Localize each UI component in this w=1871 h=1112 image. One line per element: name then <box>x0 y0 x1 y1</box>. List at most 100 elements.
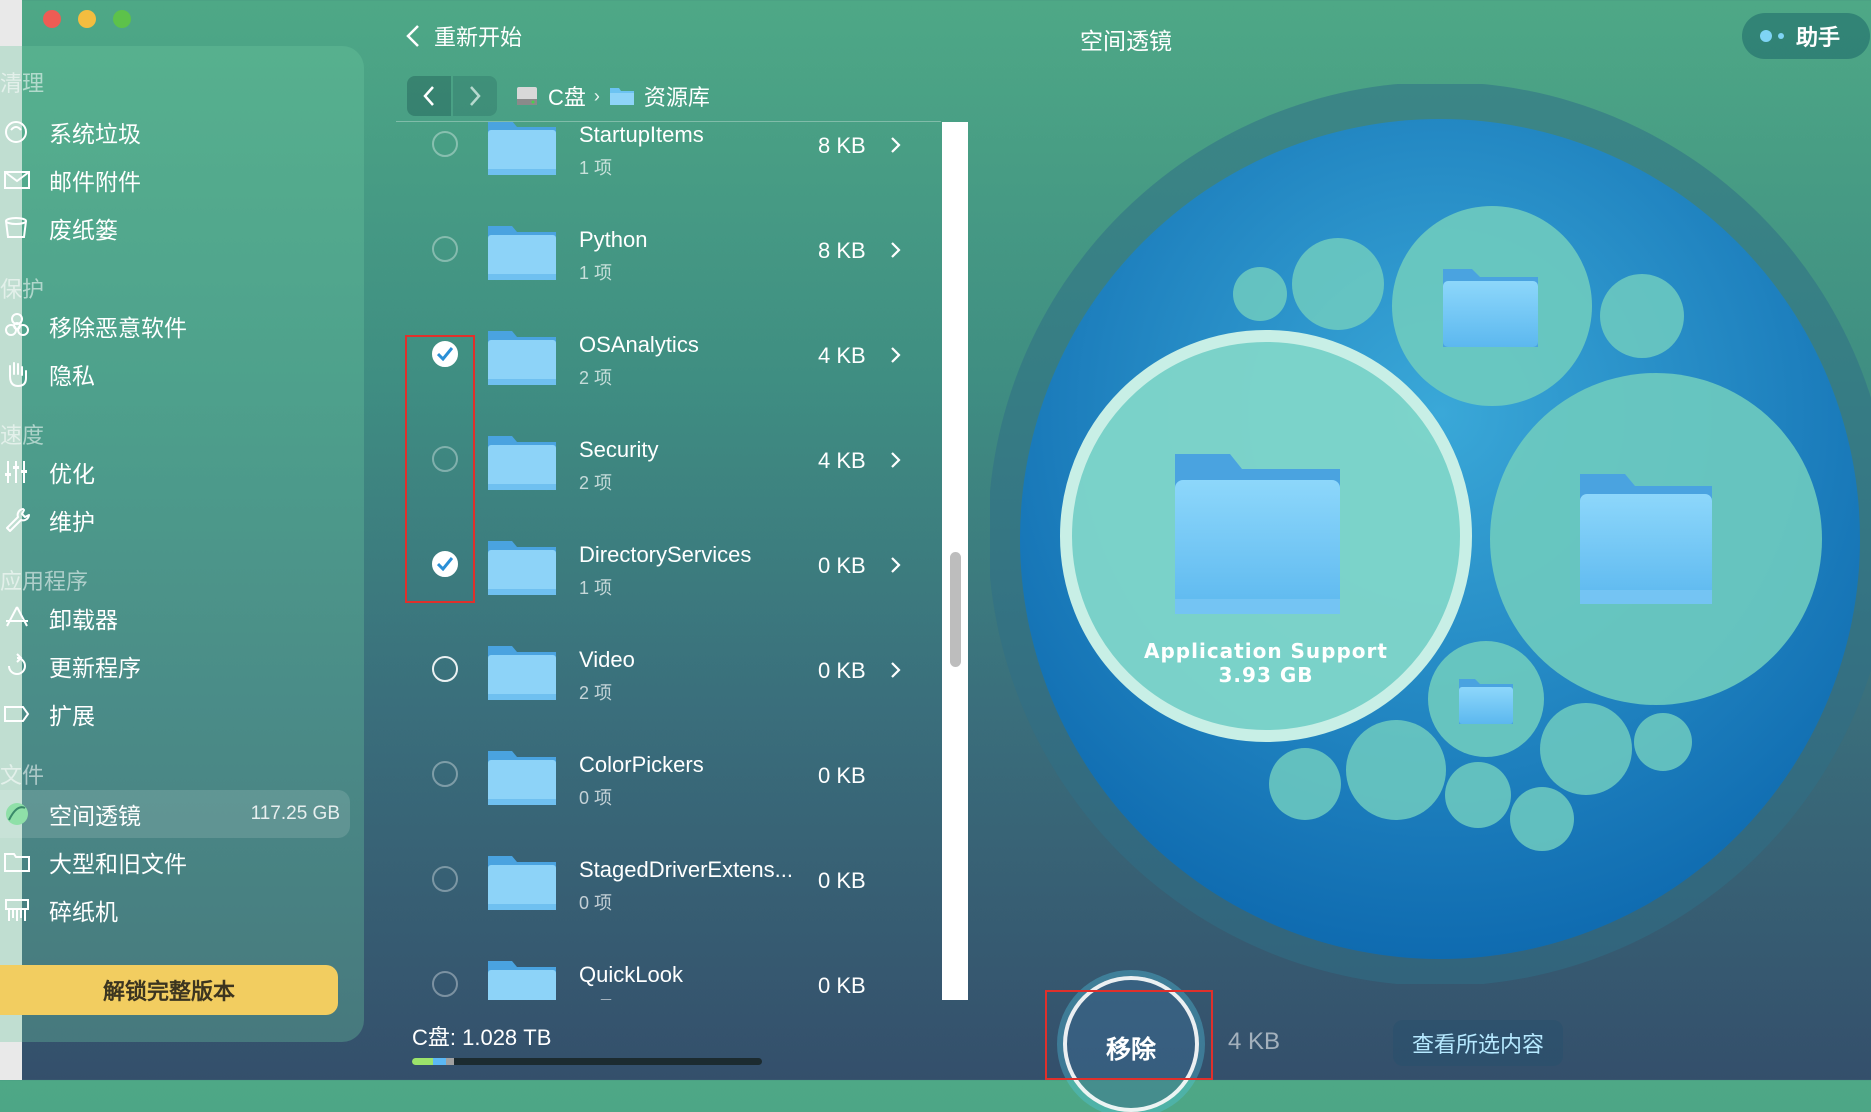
chevron-right-icon[interactable] <box>888 135 902 155</box>
bubble-small-6[interactable] <box>1346 720 1446 820</box>
space-lens-bubble-map: Application Support 3.93 GB <box>990 84 1871 984</box>
sidebar-item-system-junk[interactable]: 系统垃圾 <box>0 108 350 156</box>
nav-back-button[interactable] <box>407 76 451 116</box>
file-name: Python <box>579 227 648 252</box>
history-nav <box>407 76 497 116</box>
nav-forward-button[interactable] <box>453 76 497 116</box>
file-row[interactable]: DirectoryServices 1 项 0 KB <box>396 512 941 617</box>
file-size: 0 KB <box>818 553 866 578</box>
select-checkbox[interactable] <box>432 971 458 997</box>
sidebar-item-label: 更新程序 <box>49 655 141 681</box>
chevron-right-icon[interactable] <box>888 450 902 470</box>
mail-icon <box>0 163 34 197</box>
sidebar-item-label: 空间透镜 <box>49 803 141 829</box>
file-size: 0 KB <box>818 868 866 893</box>
sidebar-item-space-lens[interactable]: 空间透镜 117.25 GB <box>0 790 350 838</box>
disk-usage-bar <box>412 1058 762 1065</box>
bubble-small-5[interactable] <box>1634 713 1692 771</box>
select-checkbox[interactable] <box>432 131 458 157</box>
file-name: Video <box>579 647 635 672</box>
sidebar-item-uninstaller[interactable]: 卸载器 <box>0 594 350 642</box>
file-name: Security <box>579 437 659 462</box>
file-item-count: 1 项 <box>579 263 613 283</box>
sidebar-item-privacy[interactable]: 隐私 <box>0 350 350 398</box>
chevron-left-icon <box>423 86 434 106</box>
section-title-speed: 速度 <box>0 423 45 448</box>
bubble-small-3[interactable] <box>1600 274 1684 358</box>
close-window-button[interactable] <box>43 10 61 28</box>
select-checkbox[interactable] <box>432 761 458 787</box>
breadcrumb-folder[interactable]: 资源库 <box>644 80 710 112</box>
select-checkbox[interactable] <box>432 866 458 892</box>
minimize-window-button[interactable] <box>78 10 96 28</box>
hard-drive-icon <box>517 87 537 105</box>
scrollbar-thumb[interactable] <box>950 552 961 667</box>
sidebar-item-label: 废纸篓 <box>49 217 118 243</box>
sidebar: 清理 系统垃圾 邮件附件 废纸篓 保护 移除恶意软件 隐私 速度 优化 维护 应… <box>0 46 364 1042</box>
sidebar-item-mail-attachments[interactable]: 邮件附件 <box>0 156 350 204</box>
unlock-full-version-button[interactable]: 解锁完整版本 <box>0 965 338 1015</box>
section-title-protect: 保护 <box>0 277 45 302</box>
file-row[interactable]: ColorPickers 0 项 0 KB <box>396 722 941 827</box>
file-size: 0 KB <box>818 658 866 683</box>
sidebar-item-updater[interactable]: 更新程序 <box>0 642 350 690</box>
sidebar-item-label: 移除恶意软件 <box>49 315 187 341</box>
bubble-small-7[interactable] <box>1269 748 1341 820</box>
select-checkbox[interactable] <box>432 656 458 682</box>
file-row[interactable]: Video 2 项 0 KB <box>396 617 941 722</box>
disk-usage-segment-apps <box>412 1058 433 1065</box>
bubble-small-4[interactable] <box>1540 703 1632 795</box>
folder-icon <box>1580 474 1712 604</box>
sidebar-item-malware-removal[interactable]: 移除恶意软件 <box>0 302 350 350</box>
sidebar-item-label: 系统垃圾 <box>49 121 141 147</box>
app-store-icon <box>0 601 34 635</box>
folder-icon <box>1175 454 1340 614</box>
bubble-small-8[interactable] <box>1445 762 1511 828</box>
select-checkbox[interactable] <box>432 236 458 262</box>
page-title: 空间透镜 <box>1080 28 1172 54</box>
sidebar-item-extensions[interactable]: 扩展 <box>0 690 350 738</box>
assistant-button[interactable]: 助手 <box>1742 13 1870 59</box>
file-row[interactable]: Python 1 项 8 KB <box>396 197 941 302</box>
file-row[interactable]: StagedDriverExtens... 0 项 0 KB <box>396 827 941 932</box>
sidebar-item-trash[interactable]: 废纸篓 <box>0 204 350 252</box>
sidebar-item-large-old-files[interactable]: 大型和旧文件 <box>0 838 350 886</box>
folder-icon <box>488 961 556 1000</box>
file-item-count: 0 项 <box>579 893 613 913</box>
sidebar-item-shredder[interactable]: 碎纸机 <box>0 886 350 934</box>
file-size: 8 KB <box>818 238 866 263</box>
view-selected-button[interactable]: 查看所选内容 <box>1393 1020 1563 1066</box>
biohazard-icon <box>0 309 34 343</box>
file-name: ColorPickers <box>579 752 704 777</box>
sidebar-item-maintenance[interactable]: 维护 <box>0 496 350 544</box>
assistant-label: 助手 <box>1796 25 1841 50</box>
start-over-label: 重新开始 <box>434 25 523 50</box>
file-row[interactable]: Security 2 项 4 KB <box>396 407 941 512</box>
extension-icon <box>0 697 34 731</box>
chevron-right-icon[interactable] <box>888 240 902 260</box>
folder-icon <box>488 646 556 700</box>
folder-icon <box>488 331 556 385</box>
selected-size: 4 KB <box>1228 1028 1281 1055</box>
file-row[interactable]: OSAnalytics 2 项 4 KB <box>396 302 941 407</box>
file-row[interactable]: StartupItems 1 项 8 KB <box>396 122 941 197</box>
bubble-small-2[interactable] <box>1233 267 1287 321</box>
section-title-apps: 应用程序 <box>0 569 89 594</box>
sidebar-item-optimize[interactable]: 优化 <box>0 448 350 496</box>
breadcrumb-drive[interactable]: C盘 <box>548 80 586 112</box>
bubble-small-9[interactable] <box>1510 787 1574 851</box>
sidebar-item-label: 维护 <box>49 509 95 535</box>
folder-icon <box>488 751 556 805</box>
disk-usage-segment-other <box>445 1058 454 1065</box>
file-row[interactable]: QuickLook 0 项 0 KB <box>396 932 941 1000</box>
zoom-window-button[interactable] <box>113 10 131 28</box>
chevron-right-icon[interactable] <box>888 555 902 575</box>
chevron-right-icon[interactable] <box>888 660 902 680</box>
chevron-right-icon[interactable] <box>888 345 902 365</box>
bubble-small-1[interactable] <box>1292 238 1384 330</box>
file-item-count: 1 项 <box>579 578 613 598</box>
folder-icon <box>1459 679 1513 724</box>
start-over-button[interactable]: 重新开始 <box>404 20 522 52</box>
remove-highlight-box <box>1045 990 1213 1080</box>
wastebasket-icon <box>0 211 34 245</box>
